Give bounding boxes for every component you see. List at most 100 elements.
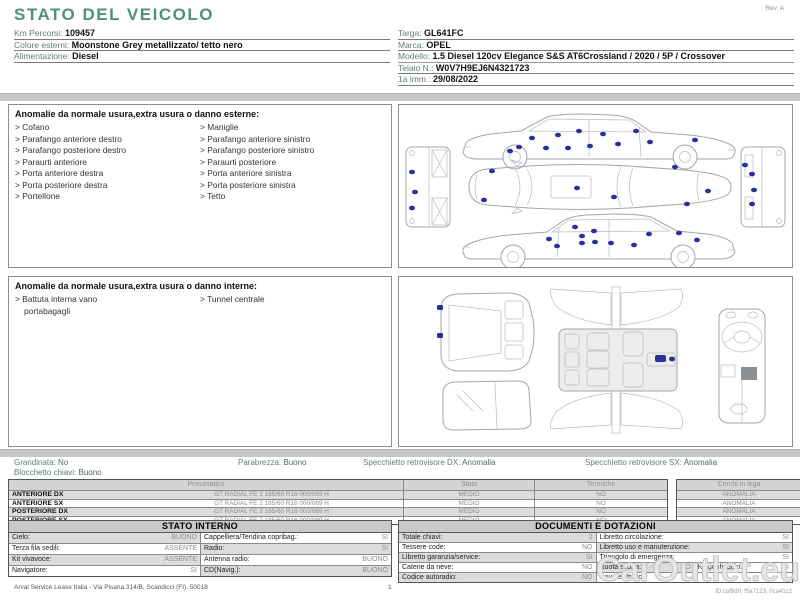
value: SI: [381, 534, 388, 541]
targa-value: GL641FC: [424, 28, 464, 38]
alimentazione-value: Diesel: [72, 51, 99, 61]
cerchi-row: ANOMALIA: [677, 507, 800, 516]
interior-col-1: Battuta interna vano portabagagli: [15, 294, 200, 317]
value: 2: [588, 534, 593, 541]
alimentazione-label: Alimentazione:: [14, 51, 70, 61]
parabrezza-value: Buono: [283, 458, 307, 467]
cerchi-value: ANOMALIA: [722, 499, 756, 507]
cell: Catene da neve: NO: [399, 563, 596, 572]
label: Navigatore:: [12, 567, 48, 574]
field-prima-imm: 1a imm.: 29/08/2022: [398, 74, 794, 86]
field-marca: Marca: OPEL: [398, 39, 794, 51]
telaio-label: Telaio N.:: [398, 62, 434, 73]
footer-company: Arval Service Lease Italia - Via Pisana …: [14, 584, 208, 591]
watermark: CarOutlet.eu: [595, 551, 800, 590]
specchietto-sx-value: Anomalia: [683, 458, 718, 467]
cerchi-value: ANOMALIA: [722, 508, 756, 515]
anomaly-item: Paraurti anteriore: [15, 157, 200, 169]
value: ASSENTE: [164, 545, 197, 552]
specchietto-dx-label: Specchietto retrovisore DX:: [363, 458, 461, 467]
cell: Cappelliera/Tendina copribag.: SI: [200, 533, 391, 543]
table-row: Cielo: BUONO Cappelliera/Tendina copriba…: [9, 533, 391, 544]
tyre-row: ANTERIORE SX GT RADIAL FE 2 185/60 R16 0…: [9, 498, 667, 507]
table-row: Kit vivavoce: ASSENTE Antenna radio: BUO…: [9, 555, 391, 566]
blocchetto-value: Buono: [78, 468, 102, 477]
cell: Codice autoradio: NO: [399, 573, 596, 582]
field-alimentazione: Alimentazione: Diesel: [14, 51, 390, 63]
interior-anomalies-box: Anomalie da normale usura,extra usura o …: [8, 276, 392, 447]
label: Cappelliera/Tendina copribag.:: [204, 534, 299, 541]
anomaly-item: Cofano: [15, 122, 200, 134]
table-row: Navigatore: SI CD(Navig.): BUONO: [9, 566, 391, 576]
tyre-table-header: Pneumatico Stato Termiche: [9, 480, 667, 490]
field-km: Km Percorsi: 109457: [14, 28, 390, 40]
label: CD(Navig.):: [204, 567, 241, 574]
cell: Terza fila sedili: ASSENTE: [9, 544, 200, 554]
cell: Navigatore: SI: [9, 566, 200, 576]
parabrezza-label: Parabrezza:: [238, 458, 282, 467]
stato-interno-title: STATO INTERNO: [9, 521, 391, 533]
exterior-col-1: Cofano Parafango anteriore destro Parafa…: [15, 122, 200, 203]
tyre-stato: MEDIO: [403, 499, 534, 507]
car-front-view: [405, 146, 451, 228]
footer-page-number: 1: [388, 584, 392, 591]
anomaly-item: Tetto: [200, 191, 385, 203]
km-label: Km Percorsi:: [14, 28, 63, 38]
value: SI: [585, 554, 593, 561]
value: SI: [190, 567, 197, 574]
marca-label: Marca:: [398, 39, 424, 50]
anomaly-item: Tunnel centrale: [200, 294, 385, 306]
exterior-col-2: Maniglie Parafango anteriore sinistro Pa…: [200, 122, 385, 203]
label: Libretto circolazione:: [599, 534, 664, 541]
grandinata-label: Grandinata:: [14, 458, 56, 467]
car-rear-view: [740, 146, 786, 228]
value: BUONO: [171, 534, 197, 541]
anomaly-item: Porta posteriore sinistra: [200, 180, 385, 192]
exterior-damage-diagram-box: [398, 104, 793, 268]
tyre-row: POSTERIORE DX GT RADIAL FE 2 185/60 R16 …: [9, 507, 667, 516]
revision-label: Rev. A: [765, 5, 784, 12]
label: Tessere code:: [402, 544, 446, 551]
interior-damage-diagram: [437, 286, 766, 434]
exterior-anomalies-box: Anomalie da normale usura,extra usura o …: [8, 104, 392, 268]
tyre-table-main: Pneumatico Stato Termiche ANTERIORE DX G…: [8, 479, 668, 525]
cerchi-header-row: Cerchi in lega: [677, 480, 800, 490]
modello-value: 1.5 Diesel 120cv Elegance S&S AT6Crossla…: [432, 51, 726, 61]
field-telaio: Telaio N.: W0V7H9EJ6N4321723: [398, 62, 794, 74]
colore-value: Moonstone Grey metallizzato/ tetto nero: [71, 39, 243, 50]
value: NO: [582, 564, 593, 571]
tyre-termiche: NO: [534, 508, 667, 516]
cell: Libretto garanzia/service: SI: [399, 553, 596, 562]
cell: Antenna radio: BUONO: [200, 555, 391, 565]
exterior-damage-diagram: [405, 113, 786, 267]
header-cerchi: Cerchi in lega: [717, 481, 761, 488]
label: Libretto garanzia/service:: [402, 554, 481, 561]
specchietto-sx-field: Specchietto retrovisore SX: Anomalia: [585, 458, 717, 467]
divider-band: [0, 93, 800, 101]
specchietto-dx-value: Anomalia: [462, 458, 496, 467]
cell: Libretto circolazione: SI: [595, 533, 792, 542]
tyre-position: ANTERIORE DX: [12, 491, 64, 498]
value: BUONO: [362, 567, 388, 574]
field-colore: Colore esterni: Moonstone Grey metallizz…: [14, 39, 390, 51]
tyre-table-cerchi: Cerchi in lega ANOMALIA ANOMALIA ANOMALI…: [676, 479, 800, 525]
specchietto-dx-field: Specchietto retrovisore DX: Anomalia: [363, 458, 496, 467]
tyre-spec: GT RADIAL FE 2 185/60 R16 000/089 H: [214, 499, 329, 507]
tyre-spec: GT RADIAL FE 2 185/60 R16 000/089 H: [214, 508, 329, 515]
tyre-position: POSTERIORE DX: [12, 508, 68, 515]
interior-col-2: Tunnel centrale: [200, 294, 385, 317]
label: Catene da neve:: [402, 564, 454, 571]
interior-anomalies-columns: Battuta interna vano portabagagli Tunnel…: [15, 294, 385, 317]
label: Radio:: [204, 545, 225, 552]
divider-band: [0, 449, 800, 457]
modello-label: Modello:: [398, 51, 431, 61]
cell: CD(Navig.): BUONO: [200, 566, 391, 576]
tyre-termiche: NO: [534, 499, 667, 507]
table-row: Terza fila sedili: ASSENTE Radio: SI: [9, 544, 391, 555]
anomaly-item: Battuta interna vano portabagagli: [15, 294, 142, 317]
dashboard-view: [718, 308, 766, 424]
exterior-damage-markers: [409, 128, 757, 249]
anomaly-item: Parafango posteriore sinistro: [200, 145, 385, 157]
anomaly-item: Porta anteriore destra: [15, 168, 200, 180]
grandinata-field: Grandinata: No: [14, 458, 68, 467]
